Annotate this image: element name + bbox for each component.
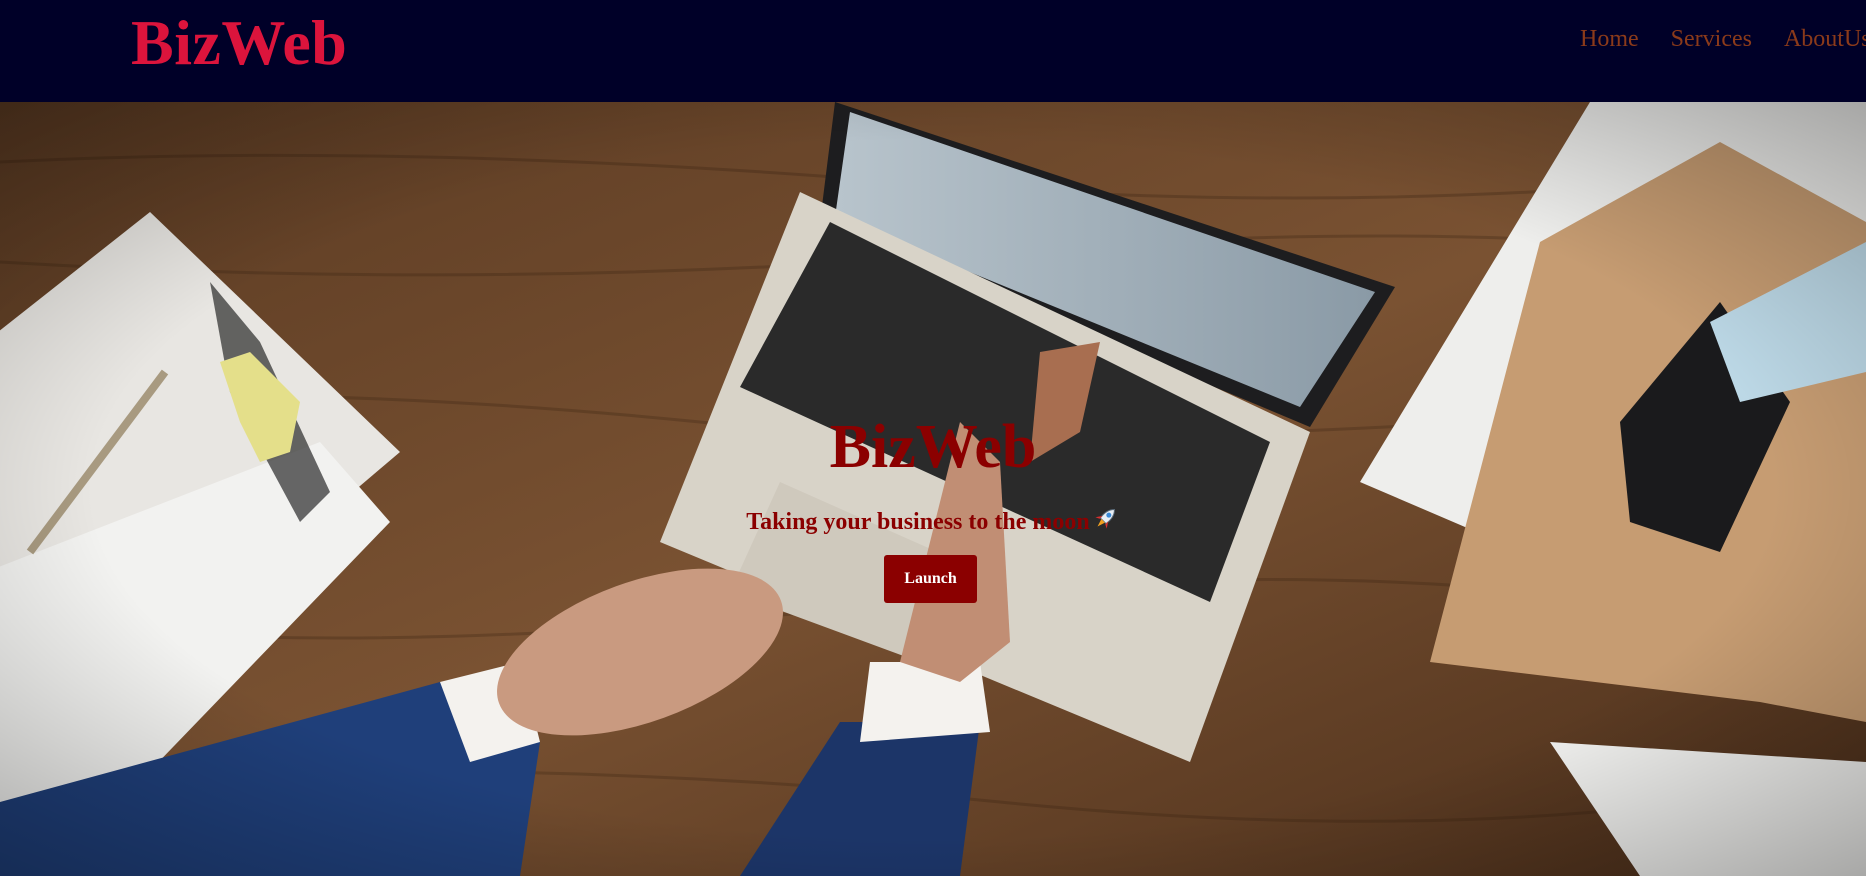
navbar-inner: BizWeb Home Services AboutUs bbox=[0, 0, 1866, 102]
hero-tagline-row: Taking your business to the moon bbox=[0, 504, 1866, 543]
hero-tagline: Taking your business to the moon bbox=[746, 509, 1090, 536]
brand-logo[interactable]: BizWeb bbox=[131, 4, 347, 82]
rocket-icon bbox=[1092, 504, 1120, 543]
hero-title: BizWeb bbox=[829, 413, 1037, 481]
navbar: BizWeb Home Services AboutUs bbox=[0, 0, 1866, 102]
nav-link-home[interactable]: Home bbox=[1580, 26, 1639, 53]
nav-links: Home Services AboutUs bbox=[1580, 26, 1866, 53]
hero-section: BizWeb Taking your business to the moon … bbox=[0, 102, 1866, 876]
nav-link-services[interactable]: Services bbox=[1671, 26, 1752, 53]
launch-button[interactable]: Launch bbox=[884, 555, 977, 603]
hero-content: BizWeb Taking your business to the moon … bbox=[0, 102, 1866, 876]
nav-link-aboutus[interactable]: AboutUs bbox=[1784, 26, 1866, 53]
